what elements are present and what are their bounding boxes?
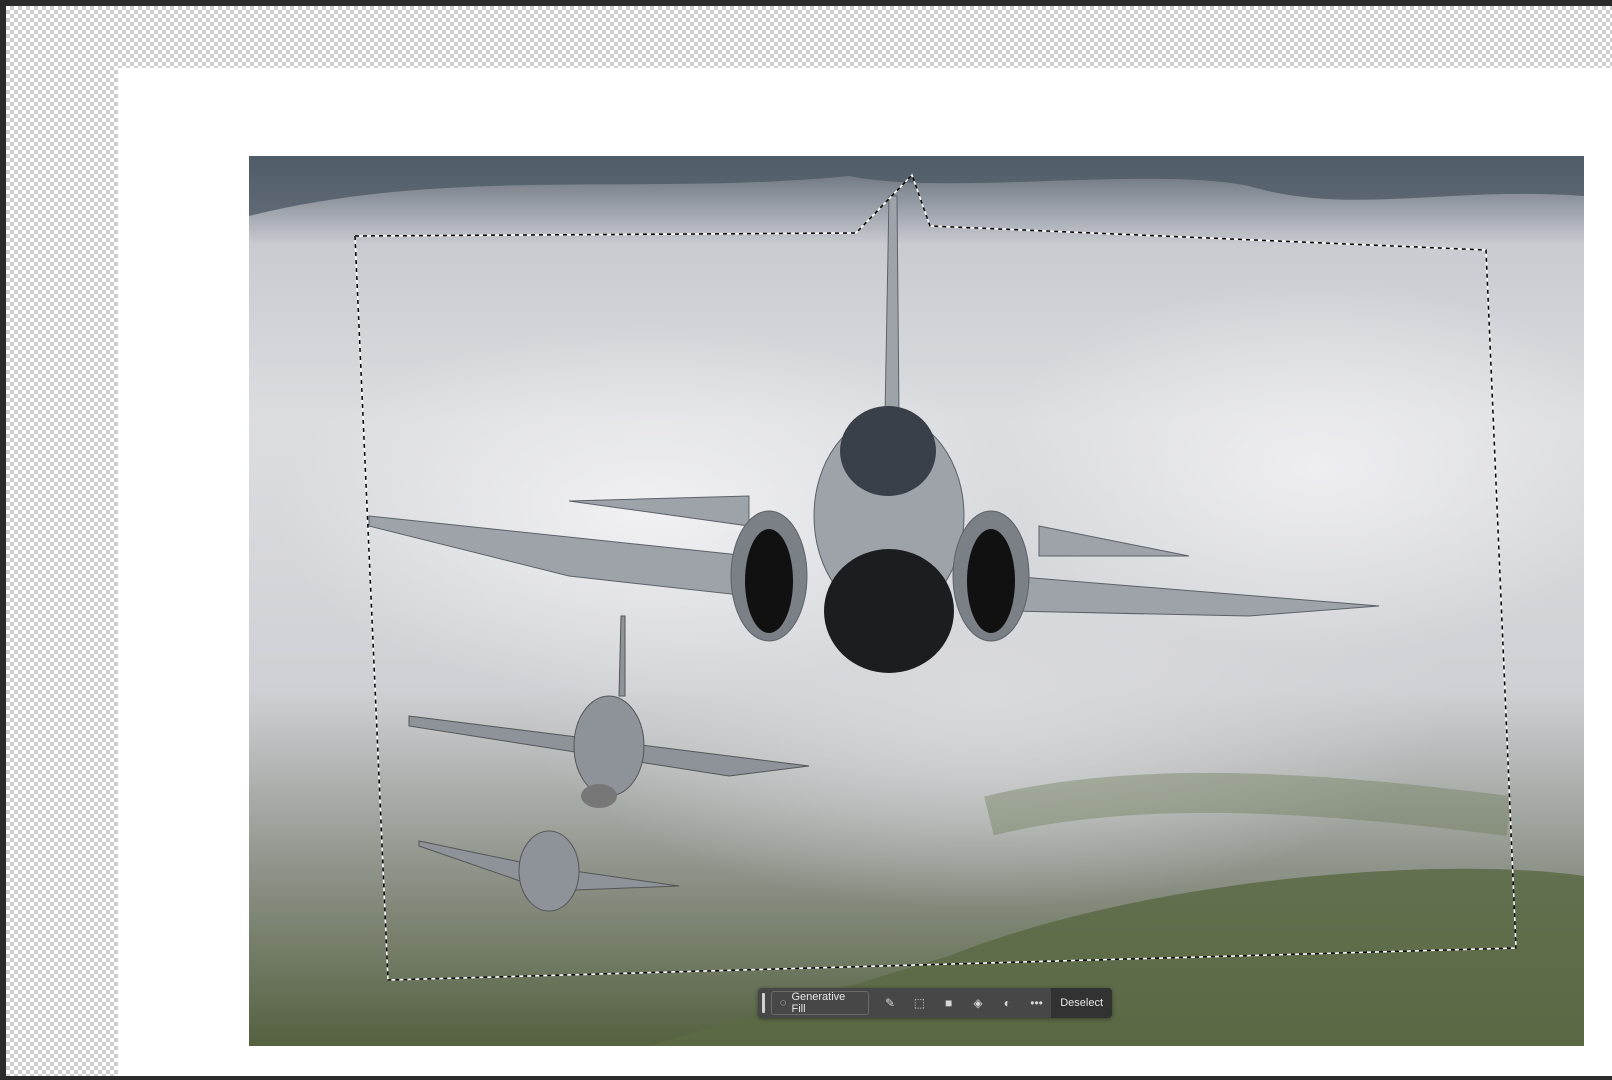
jets-photo-layer[interactable] <box>249 156 1584 1046</box>
adjustment-icon[interactable]: ◐ <box>993 996 1022 1010</box>
fill-bucket-icon[interactable]: ◈ <box>963 996 992 1010</box>
generative-sparkle-icon: ◌ <box>779 997 787 1009</box>
more-icon[interactable]: ••• <box>1022 996 1051 1010</box>
generative-fill-button[interactable]: ◌ Generative Fill <box>770 991 870 1015</box>
jets-image <box>249 156 1584 1046</box>
contextual-task-bar: ◌ Generative Fill ✎ ⬚ ■ ◈ ◐ ••• Deselect <box>758 988 1113 1018</box>
mask-icon[interactable]: ■ <box>934 996 963 1010</box>
select-subject-icon[interactable]: ⬚ <box>905 996 934 1010</box>
deselect-label: Deselect <box>1060 997 1104 1009</box>
generative-fill-label: Generative Fill <box>791 991 846 1015</box>
deselect-button[interactable]: Deselect <box>1051 988 1113 1018</box>
brush-refine-icon[interactable]: ✎ <box>875 996 904 1010</box>
drag-handle[interactable] <box>762 993 765 1013</box>
